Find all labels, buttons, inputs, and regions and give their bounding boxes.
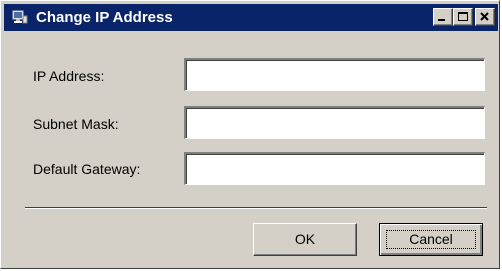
separator-line bbox=[25, 207, 487, 209]
close-icon bbox=[480, 12, 489, 21]
ip-address-label: IP Address: bbox=[33, 68, 105, 84]
maximize-icon bbox=[458, 12, 468, 21]
ip-address-field[interactable] bbox=[184, 58, 485, 91]
maximize-button[interactable] bbox=[453, 8, 473, 26]
ok-button-label: OK bbox=[294, 231, 316, 247]
close-button[interactable] bbox=[475, 8, 495, 26]
ok-button[interactable]: OK bbox=[253, 223, 357, 256]
change-ip-address-dialog: Change IP Address IP Address: Subnet Mas… bbox=[0, 0, 500, 269]
window-title: Change IP Address bbox=[36, 9, 173, 26]
default-gateway-label: Default Gateway: bbox=[33, 161, 141, 177]
default-gateway-field[interactable] bbox=[184, 152, 485, 185]
network-app-icon bbox=[12, 10, 28, 25]
subnet-mask-field[interactable] bbox=[184, 106, 485, 139]
subnet-mask-label: Subnet Mask: bbox=[33, 116, 119, 132]
minimize-button[interactable] bbox=[433, 8, 453, 26]
cancel-button[interactable]: Cancel bbox=[379, 223, 483, 256]
title-bar[interactable]: Change IP Address bbox=[4, 4, 498, 31]
minimize-icon bbox=[438, 19, 445, 21]
cancel-button-label: Cancel bbox=[409, 231, 453, 247]
